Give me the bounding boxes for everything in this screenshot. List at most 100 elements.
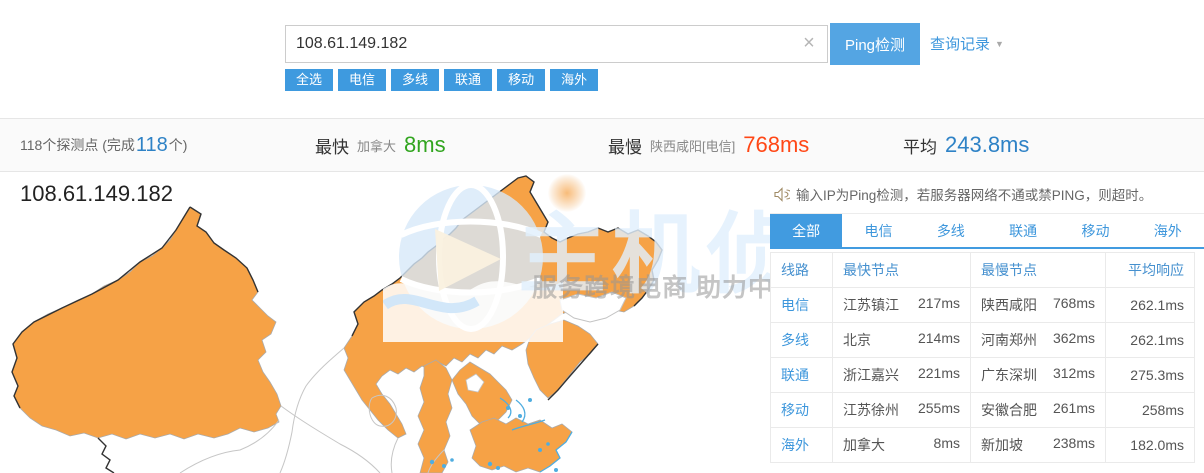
- cell-average: 182.0ms: [1106, 428, 1195, 463]
- cell-slowest-ms: 768ms: [1053, 295, 1095, 315]
- ping-test-button[interactable]: Ping检测: [830, 23, 920, 65]
- search-section: × Ping检测 查询记录 ▼ 全选电信多线联通移动海外: [0, 0, 1204, 118]
- slowest-node: 陕西咸阳[电信]: [650, 136, 735, 155]
- table-row: 移动江苏徐州 255ms 安徽合肥 261ms 258ms: [771, 393, 1195, 428]
- filter-button-5[interactable]: 海外: [550, 69, 598, 91]
- cell-slowest-node: 广东深圳: [981, 365, 1037, 385]
- cell-slowest: 陕西咸阳 768ms: [971, 288, 1106, 323]
- cell-fastest: 浙江嘉兴 221ms: [833, 358, 971, 393]
- caret-down-icon: ▼: [995, 39, 1004, 49]
- cell-fastest-node: 浙江嘉兴: [843, 365, 899, 385]
- province-shape-shanxi[interactable]: [418, 360, 452, 473]
- cell-average: 258ms: [1106, 393, 1195, 428]
- average-value: 243.8ms: [945, 132, 1029, 158]
- clear-input-icon[interactable]: ×: [798, 33, 820, 55]
- ping-notice: 输入IP为Ping检测，若服务器网络不通或禁PING，则超时。: [774, 184, 1204, 204]
- cell-fastest-node: 加拿大: [843, 435, 885, 455]
- cell-line: 多线: [771, 323, 833, 358]
- province-shape-xinjiang[interactable]: [12, 207, 281, 439]
- ip-search-input[interactable]: [285, 25, 828, 63]
- probe-count-value: 118: [136, 134, 168, 157]
- cell-fastest: 江苏徐州 255ms: [833, 393, 971, 428]
- cell-fastest-ms: 255ms: [918, 400, 960, 420]
- cell-slowest: 广东深圳 312ms: [971, 358, 1106, 393]
- filter-buttons: 全选电信多线联通移动海外: [285, 69, 603, 91]
- probe-suffix: 个): [169, 135, 188, 155]
- province-shape-hebei[interactable]: [452, 362, 512, 428]
- fastest-value: 8ms: [404, 132, 446, 158]
- cell-average: 275.3ms: [1106, 358, 1195, 393]
- probe-prefix: 118个探测点 (完成: [20, 135, 135, 155]
- filter-button-0[interactable]: 全选: [285, 69, 333, 91]
- header-average: 平均响应: [1106, 253, 1195, 288]
- ping-notice-text: 输入IP为Ping检测，若服务器网络不通或禁PING，则超时。: [796, 184, 1152, 204]
- average-label: 平均: [903, 133, 937, 158]
- panel-tab-1[interactable]: 电信: [842, 214, 914, 247]
- cell-slowest-node: 陕西咸阳: [981, 295, 1037, 315]
- filter-button-1[interactable]: 电信: [338, 69, 386, 91]
- cell-slowest: 河南郑州 362ms: [971, 323, 1106, 358]
- table-row: 联通浙江嘉兴 221ms 广东深圳 312ms 275.3ms: [771, 358, 1195, 393]
- query-records-link[interactable]: 查询记录 ▼: [930, 33, 1004, 54]
- results-panel: 输入IP为Ping检测，若服务器网络不通或禁PING，则超时。 全部电信多线联通…: [770, 172, 1204, 473]
- cell-average: 262.1ms: [1106, 288, 1195, 323]
- slowest-stat: 最慢 陕西咸阳[电信] 768ms: [608, 119, 809, 171]
- cell-fastest-ms: 217ms: [918, 295, 960, 315]
- cell-slowest: 安徽合肥 261ms: [971, 393, 1106, 428]
- speaker-icon: [774, 187, 790, 202]
- cell-slowest-node: 新加坡: [981, 435, 1023, 455]
- map-ip-title: 108.61.149.182: [20, 181, 173, 207]
- filter-button-4[interactable]: 移动: [497, 69, 545, 91]
- cell-fastest-ms: 214ms: [918, 330, 960, 350]
- header-fastest-node: 最快节点: [833, 253, 971, 288]
- cell-fastest: 北京 214ms: [833, 323, 971, 358]
- china-map[interactable]: [0, 172, 778, 473]
- average-stat: 平均 243.8ms: [903, 119, 1029, 171]
- table-header-row: 线路 最快节点 最慢节点 平均响应: [771, 253, 1195, 288]
- cell-slowest-ms: 261ms: [1053, 400, 1095, 420]
- cell-line: 移动: [771, 393, 833, 428]
- cell-fastest-ms: 8ms: [934, 435, 960, 455]
- cell-line: 联通: [771, 358, 833, 393]
- cell-slowest-node: 安徽合肥: [981, 400, 1037, 420]
- cell-fastest: 江苏镇江 217ms: [833, 288, 971, 323]
- fastest-stat: 最快 加拿大 8ms: [315, 119, 446, 171]
- slowest-label: 最慢: [608, 133, 642, 158]
- cell-average: 262.1ms: [1106, 323, 1195, 358]
- cell-slowest-ms: 238ms: [1053, 435, 1095, 455]
- cell-fastest-node: 北京: [843, 330, 871, 350]
- cell-fastest-node: 江苏镇江: [843, 295, 899, 315]
- cell-slowest-ms: 312ms: [1053, 365, 1095, 385]
- panel-tab-4[interactable]: 移动: [1059, 214, 1131, 247]
- cell-slowest: 新加坡 238ms: [971, 428, 1106, 463]
- header-line: 线路: [771, 253, 833, 288]
- panel-tab-0[interactable]: 全部: [770, 214, 842, 247]
- stats-bar: 118个探测点 (完成 118 个) 最快 加拿大 8ms 最慢 陕西咸阳[电信…: [0, 118, 1204, 172]
- query-records-label: 查询记录: [930, 36, 990, 53]
- cell-slowest-node: 河南郑州: [981, 330, 1037, 350]
- header-slowest-node: 最慢节点: [971, 253, 1106, 288]
- fastest-label: 最快: [315, 133, 349, 158]
- panel-tab-5[interactable]: 海外: [1132, 214, 1204, 247]
- filter-button-2[interactable]: 多线: [391, 69, 439, 91]
- results-table-body: 电信江苏镇江 217ms 陕西咸阳 768ms 262.1ms 多线北京 214ms 河南郑州…: [771, 288, 1195, 463]
- table-row: 多线北京 214ms 河南郑州 362ms 262.1ms: [771, 323, 1195, 358]
- province-shape-shandong[interactable]: [470, 418, 572, 472]
- table-row: 电信江苏镇江 217ms 陕西咸阳 768ms 262.1ms: [771, 288, 1195, 323]
- fastest-node: 加拿大: [357, 136, 396, 155]
- cell-line: 海外: [771, 428, 833, 463]
- probe-count-stat: 118个探测点 (完成 118 个): [20, 119, 187, 171]
- filter-button-3[interactable]: 联通: [444, 69, 492, 91]
- results-table: 线路 最快节点 最慢节点 平均响应 电信江苏镇江 217ms 陕西咸阳 768ms 26…: [770, 252, 1195, 463]
- cell-fastest: 加拿大 8ms: [833, 428, 971, 463]
- cell-fastest-node: 江苏徐州: [843, 400, 899, 420]
- main-area: 108.61.149.182: [0, 172, 1204, 473]
- cell-line: 电信: [771, 288, 833, 323]
- slowest-value: 768ms: [743, 132, 809, 158]
- panel-tab-3[interactable]: 联通: [987, 214, 1059, 247]
- table-row: 海外加拿大 8ms 新加坡 238ms 182.0ms: [771, 428, 1195, 463]
- cell-fastest-ms: 221ms: [918, 365, 960, 385]
- cell-slowest-ms: 362ms: [1053, 330, 1095, 350]
- panel-tab-2[interactable]: 多线: [915, 214, 987, 247]
- line-tabs: 全部电信多线联通移动海外: [770, 213, 1204, 249]
